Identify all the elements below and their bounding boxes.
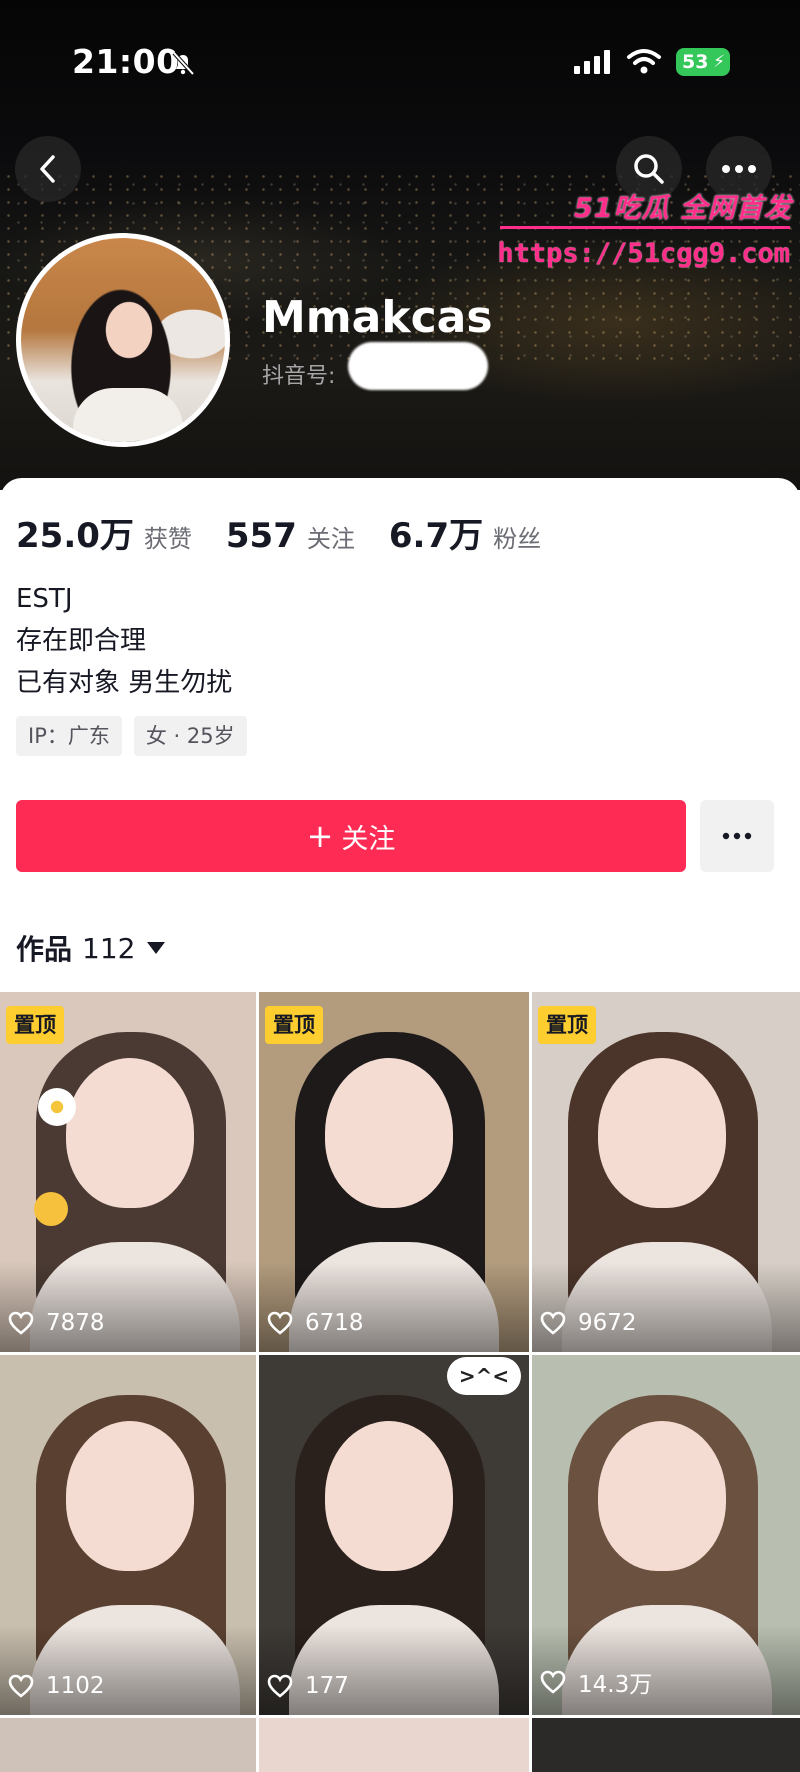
like-count: 14.3万 bbox=[540, 1665, 652, 1699]
bio-line: ESTJ bbox=[16, 584, 73, 614]
douyin-id-redacted bbox=[348, 342, 488, 390]
works-count: 112 bbox=[82, 931, 136, 965]
video-thumbnail[interactable]: 置顶 9672 bbox=[532, 992, 800, 1352]
video-thumbnail[interactable]: 14.3万 bbox=[532, 1355, 800, 1715]
heart-icon bbox=[540, 1311, 566, 1335]
more-horizontal-icon bbox=[722, 165, 756, 173]
watermark: 51吃瓜 全网首发 https://51cgg9.com bbox=[497, 186, 798, 286]
pinned-badge: 置顶 bbox=[538, 1006, 596, 1044]
video-thumbnail[interactable]: >^< 177 bbox=[259, 1355, 529, 1715]
video-thumbnail[interactable] bbox=[259, 1718, 529, 1772]
profile-stats: 25.0万 获赞 557 关注 6.7万 粉丝 bbox=[16, 508, 575, 558]
video-thumbnail[interactable]: 置顶 7878 bbox=[0, 992, 256, 1352]
heart-icon bbox=[540, 1670, 566, 1694]
back-button[interactable] bbox=[15, 136, 81, 202]
like-count: 6718 bbox=[267, 1310, 364, 1336]
follow-button[interactable]: + 关注 bbox=[16, 800, 686, 872]
video-thumbnail[interactable] bbox=[532, 1718, 800, 1772]
emoji-sticker bbox=[34, 1192, 68, 1226]
heart-icon bbox=[267, 1674, 293, 1698]
heart-icon bbox=[8, 1674, 34, 1698]
like-count: 177 bbox=[267, 1673, 349, 1699]
signal-icon bbox=[574, 50, 610, 74]
stat-label: 粉丝 bbox=[493, 525, 542, 553]
like-count-value: 14.3万 bbox=[578, 1672, 653, 1698]
stat-followers[interactable]: 6.7万 粉丝 bbox=[389, 508, 541, 557]
profile-tags: IP：广东 女 · 25岁 bbox=[16, 716, 259, 756]
charging-icon: ⚡ bbox=[713, 52, 725, 72]
watermark-title: 51吃瓜 全网首发 bbox=[574, 193, 792, 224]
status-bar: 21:00 53 ⚡ bbox=[0, 36, 800, 92]
wifi-icon bbox=[627, 49, 661, 74]
follow-more-button[interactable] bbox=[700, 800, 774, 872]
bell-off-icon bbox=[172, 51, 195, 76]
works-label: 作品 bbox=[16, 933, 73, 966]
more-horizontal-icon bbox=[722, 832, 752, 840]
like-count-value: 9672 bbox=[578, 1310, 637, 1336]
search-icon bbox=[634, 154, 664, 184]
like-count-value: 177 bbox=[305, 1673, 349, 1699]
stat-label: 关注 bbox=[306, 525, 355, 553]
video-thumbnail[interactable] bbox=[0, 1718, 256, 1772]
follow-label: 关注 bbox=[341, 823, 396, 855]
watermark-divider bbox=[500, 226, 790, 229]
watermark-url: https://51cgg9.com bbox=[497, 238, 790, 269]
stat-value: 557 bbox=[225, 516, 297, 556]
profile-header: 21:00 53 ⚡ 51吃瓜 全网首发 https://51cgg9.com … bbox=[0, 0, 800, 490]
chevron-left-icon bbox=[40, 155, 55, 183]
stat-label: 获赞 bbox=[143, 525, 192, 553]
pinned-badge: 置顶 bbox=[265, 1006, 323, 1044]
like-count: 1102 bbox=[8, 1673, 105, 1699]
status-time: 21:00 bbox=[72, 42, 180, 81]
like-count: 9672 bbox=[540, 1310, 637, 1336]
profile-card: 25.0万 获赞 557 关注 6.7万 粉丝 ESTJ 存在即合理 已有对象 … bbox=[0, 478, 800, 1772]
bio-line: 已有对象 男生勿扰 bbox=[16, 668, 233, 698]
stat-likes[interactable]: 25.0万 获赞 bbox=[16, 508, 192, 557]
like-count-value: 1102 bbox=[46, 1673, 105, 1699]
stat-value: 6.7万 bbox=[388, 516, 484, 556]
flower-decoration bbox=[38, 1088, 76, 1126]
gender-age-tag: 女 · 25岁 bbox=[133, 716, 247, 756]
bio-line: 存在即合理 bbox=[16, 626, 147, 656]
nickname: Mmakcas bbox=[262, 292, 493, 343]
douyin-id-label: 抖音号: bbox=[262, 364, 336, 389]
pinned-badge: 置顶 bbox=[6, 1006, 64, 1044]
stat-value: 25.0万 bbox=[16, 516, 134, 556]
like-count: 7878 bbox=[8, 1310, 105, 1336]
works-tab[interactable]: 作品 112 bbox=[16, 928, 166, 968]
bio: ESTJ 存在即合理 已有对象 男生勿扰 bbox=[16, 578, 232, 704]
battery-indicator: 53 ⚡ bbox=[676, 48, 730, 76]
heart-icon bbox=[267, 1311, 293, 1335]
stat-following[interactable]: 557 关注 bbox=[226, 516, 355, 556]
avatar[interactable] bbox=[16, 233, 230, 447]
caret-down-icon bbox=[147, 942, 166, 954]
heart-icon bbox=[8, 1311, 34, 1335]
like-count-value: 7878 bbox=[46, 1310, 105, 1336]
video-thumbnail[interactable]: 1102 bbox=[0, 1355, 256, 1715]
video-thumbnail[interactable]: 置顶 6718 bbox=[259, 992, 529, 1352]
ip-location-tag: IP：广东 bbox=[16, 716, 122, 756]
like-count-value: 6718 bbox=[305, 1310, 364, 1336]
battery-level: 53 bbox=[682, 51, 709, 73]
plus-icon: + bbox=[306, 817, 334, 855]
speech-bubble-sticker: >^< bbox=[447, 1357, 521, 1395]
